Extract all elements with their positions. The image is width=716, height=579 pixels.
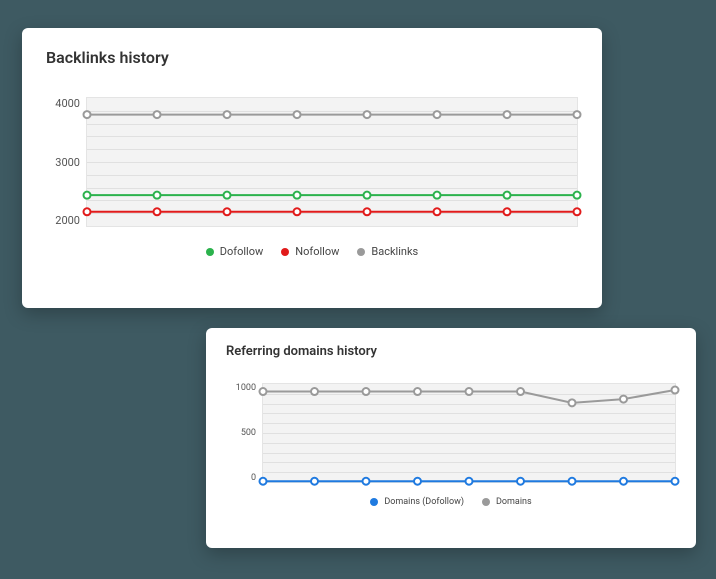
y-tick: 2000 [46, 214, 80, 227]
y-tick: 1000 [226, 383, 256, 393]
y-axis: 1000 500 0 [226, 383, 262, 483]
legend-item-domains: Domains [482, 497, 532, 507]
legend-item-nofollow: Nofollow [281, 245, 339, 258]
y-tick: 3000 [46, 156, 80, 169]
chart-area [262, 383, 676, 483]
y-tick: 0 [226, 473, 256, 483]
legend-item-dofollow: Dofollow [206, 245, 263, 258]
legend-item-backlinks: Backlinks [357, 245, 418, 258]
plot-wrap: 1000 500 0 [226, 369, 676, 483]
legend: Domains (Dofollow) Domains [226, 497, 676, 507]
legend-label: Domains [496, 497, 532, 507]
legend-dot-icon [482, 498, 490, 506]
legend-dot-icon [357, 248, 365, 256]
referring-domains-card: Referring domains history 1000 500 0 Dom… [206, 328, 696, 548]
legend: Dofollow Nofollow Backlinks [46, 245, 578, 258]
backlinks-history-card: Backlinks history 4000 3000 2000 Dofollo… [22, 28, 602, 308]
y-axis: 4000 3000 2000 [46, 97, 86, 227]
card-title: Backlinks history [46, 48, 578, 67]
chart-area [86, 97, 578, 227]
legend-label: Backlinks [371, 245, 418, 258]
legend-dot-icon [206, 248, 214, 256]
card-title: Referring domains history [226, 344, 676, 359]
y-tick: 500 [226, 428, 256, 438]
legend-item-domains-dofollow: Domains (Dofollow) [370, 497, 464, 507]
legend-label: Nofollow [295, 245, 339, 258]
legend-dot-icon [370, 498, 378, 506]
y-tick: 4000 [46, 97, 80, 110]
legend-label: Dofollow [220, 245, 263, 258]
legend-label: Domains (Dofollow) [384, 497, 464, 507]
plot-wrap: 4000 3000 2000 [46, 77, 578, 227]
legend-dot-icon [281, 248, 289, 256]
